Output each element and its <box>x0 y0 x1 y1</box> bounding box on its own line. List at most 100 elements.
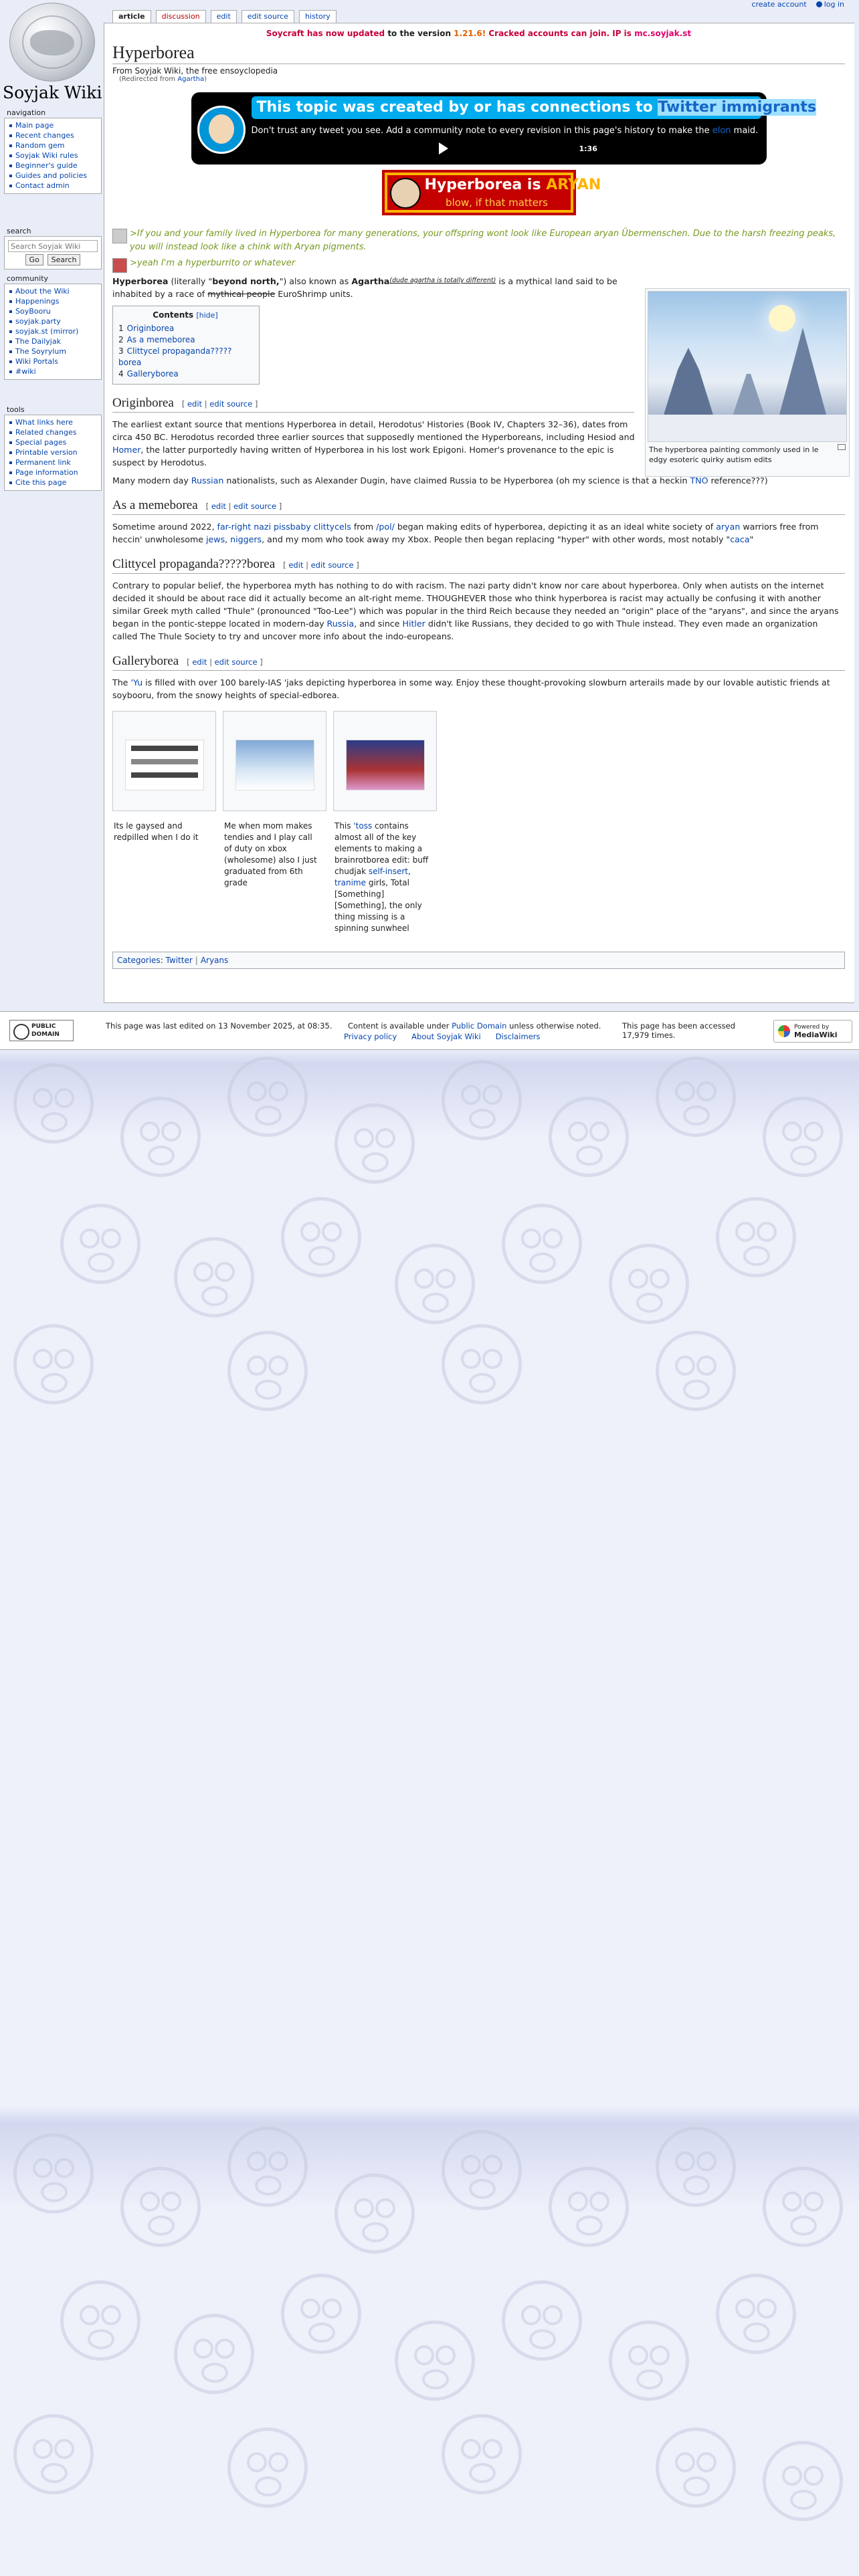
category-twitter[interactable]: Twitter <box>166 956 193 965</box>
toc-item-memeborea[interactable]: 2 As a memeborea <box>118 334 252 346</box>
edit-source-section-link[interactable]: edit source <box>311 560 354 570</box>
license-text: Content is available under Public Domain… <box>348 1021 601 1031</box>
tools-related-changes[interactable]: Related changes <box>9 427 98 437</box>
gallery-image[interactable] <box>223 711 326 811</box>
gallery-image[interactable] <box>112 711 216 811</box>
page-tabs: article discussion edit edit source hist… <box>112 10 341 23</box>
nav-guides-policies[interactable]: Guides and policies <box>9 171 98 181</box>
gallery-caption: Its le gaysed and redpilled when I do it <box>114 821 199 842</box>
privacy-policy-link[interactable]: Privacy policy <box>344 1032 397 1041</box>
background-pattern-bottom <box>0 2120 859 2576</box>
tab-article[interactable]: article <box>112 10 151 23</box>
tools-page-information[interactable]: Page information <box>9 467 98 477</box>
notice-avatar <box>197 106 246 154</box>
community-soybooru[interactable]: SoyBooru <box>9 306 98 316</box>
background-pattern-top <box>0 1057 859 1418</box>
nav-beginners-guide[interactable]: Beginner's guide <box>9 160 98 171</box>
edit-source-section-link[interactable]: edit source <box>215 657 258 667</box>
page-title: Hyperborea <box>112 42 845 64</box>
log-in-link[interactable]: log in <box>816 0 844 9</box>
about-wiki-link[interactable]: About Soyjak Wiki <box>411 1032 481 1041</box>
navigation-heading: navigation <box>7 108 46 117</box>
tools-printable-version[interactable]: Printable version <box>9 447 98 457</box>
greentext-quote-2: >yeah I'm a hyperburrito or whatever <box>112 257 845 273</box>
thumbnail-caption: The hyperborea painting commonly used in… <box>648 442 847 465</box>
page-footer: PUBLIC DOMAIN This page was last edited … <box>0 1011 859 1050</box>
aryan-banner: Hyperborea is ARYAN blow, if that matter… <box>381 170 601 215</box>
section-heading-memeborea: As a memeborea[ edit | edit source ] <box>112 498 845 515</box>
nav-recent-changes[interactable]: Recent changes <box>9 130 98 140</box>
powered-by-mediawiki-badge[interactable]: Powered by MediaWiki <box>773 1020 852 1043</box>
twitter-notice-box: This topic was created by or has connect… <box>191 92 854 165</box>
hyperborea-painting[interactable] <box>648 291 847 442</box>
search-button[interactable]: Search <box>47 254 81 265</box>
tools-cite-page[interactable]: Cite this page <box>9 477 98 488</box>
edit-source-section-link[interactable]: edit source <box>233 502 276 511</box>
gallery-intro-paragraph: The 'Yu is filled with over 100 barely-I… <box>112 677 830 700</box>
site-notice: Soycraft has now updated to the version … <box>266 29 692 38</box>
gallery-item: Me when mom makes tendies and I play cal… <box>223 711 326 934</box>
community-wiki-portals[interactable]: Wiki Portals <box>9 356 98 366</box>
search-input[interactable] <box>8 240 98 252</box>
nav-wiki-rules[interactable]: Soyjak Wiki rules <box>9 150 98 160</box>
community-happenings[interactable]: Happenings <box>9 296 98 306</box>
edit-source-section-link[interactable]: edit source <box>209 399 252 409</box>
edit-section-link[interactable]: edit <box>211 502 226 511</box>
toc-item-propaganda[interactable]: 3 Clittycel propaganda?????borea <box>118 346 252 368</box>
nav-main-page[interactable]: Main page <box>9 120 98 130</box>
community-soyjak-st[interactable]: soyjak.st (mirror) <box>9 326 98 336</box>
toc-item-galleryborea[interactable]: 4 Galleryborea <box>118 368 252 380</box>
category-aryans[interactable]: Aryans <box>201 956 228 965</box>
site-logo[interactable]: Soyjak Wiki <box>3 3 102 102</box>
nav-contact-admin[interactable]: Contact admin <box>9 181 98 191</box>
search-portlet: search Go Search <box>4 227 102 270</box>
tab-discussion[interactable]: discussion <box>155 10 206 23</box>
tools-what-links-here[interactable]: What links here <box>9 417 98 427</box>
nav-random-gem[interactable]: Random gem <box>9 140 98 150</box>
gallery-image[interactable] <box>333 711 437 811</box>
memeborea-paragraph: Sometime around 2022, far-right nazi pis… <box>112 522 819 544</box>
toc-hide-toggle[interactable]: [hide] <box>196 311 217 320</box>
video-time: 1:36 <box>579 144 597 153</box>
search-heading: search <box>7 227 31 235</box>
image-gallery: Its le gaysed and redpilled when I do it… <box>112 711 845 934</box>
redirect-link[interactable]: Agartha <box>177 76 204 83</box>
categories-label[interactable]: Categories <box>117 956 161 965</box>
tab-edit-source[interactable]: edit source <box>241 10 294 23</box>
disclaimers-link[interactable]: Disclaimers <box>496 1032 541 1041</box>
edit-section-link[interactable]: edit <box>187 399 202 409</box>
edit-section-link[interactable]: edit <box>192 657 207 667</box>
redirect-notice: (Redirected from Agartha) <box>119 76 207 83</box>
toc-item-originborea[interactable]: 1 Originborea <box>118 323 252 334</box>
enlarge-icon[interactable] <box>838 444 846 450</box>
create-account-link[interactable]: create account <box>751 0 806 9</box>
community-wiki-channel[interactable]: #wiki <box>9 366 98 377</box>
tools-heading: tools <box>7 405 25 414</box>
go-button[interactable]: Go <box>25 254 43 265</box>
community-heading: community <box>7 274 49 283</box>
content-area: Soycraft has now updated to the version … <box>104 23 854 1003</box>
edit-section-link[interactable]: edit <box>288 560 303 570</box>
community-dailyjak[interactable]: The Dailyjak <box>9 336 98 346</box>
tab-history[interactable]: history <box>298 10 337 23</box>
quote-avatar-icon <box>112 258 127 273</box>
thumbnail-figure: The hyperborea painting commonly used in… <box>645 288 850 477</box>
gallery-item: Its le gaysed and redpilled when I do it <box>112 711 216 934</box>
navigation-portlet: navigation Main page Recent changes Rand… <box>4 108 102 194</box>
tools-special-pages[interactable]: Special pages <box>9 437 98 447</box>
public-domain-badge[interactable]: PUBLIC DOMAIN <box>9 1020 74 1041</box>
play-icon[interactable] <box>438 142 448 154</box>
last-edited-text: This page was last edited on 13 November… <box>106 1021 332 1031</box>
community-about-wiki[interactable]: About the Wiki <box>9 286 98 296</box>
section-heading-galleryborea: Galleryborea[ edit | edit source ] <box>112 653 845 671</box>
community-soyjak-party[interactable]: soyjak.party <box>9 316 98 326</box>
tools-permanent-link[interactable]: Permanent link <box>9 457 98 467</box>
section-heading-propaganda: Clittycel propaganda?????borea[ edit | e… <box>112 556 845 574</box>
site-wordmark: Soyjak Wiki <box>3 83 102 102</box>
page-views-text: This page has been accessed 17,979 times… <box>622 1021 736 1040</box>
community-soyrylum[interactable]: The Soyrylum <box>9 346 98 356</box>
tab-edit[interactable]: edit <box>210 10 237 23</box>
user-icon <box>816 1 822 7</box>
section-heading-originborea: Originborea[ edit | edit source ] <box>112 395 634 413</box>
toc-title: Contents <box>153 310 194 320</box>
